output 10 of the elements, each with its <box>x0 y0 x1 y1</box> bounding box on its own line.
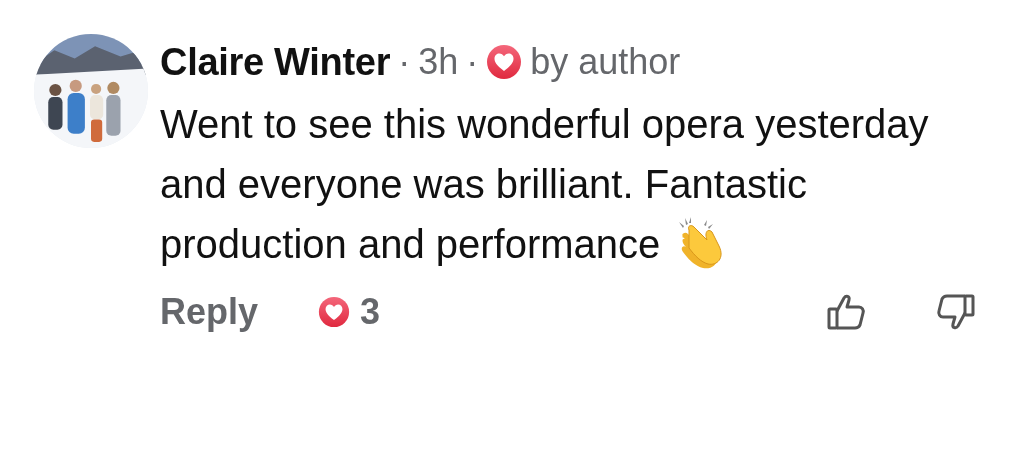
reaction-count: 3 <box>360 291 381 333</box>
separator-dot: · <box>466 41 479 83</box>
reply-button[interactable]: Reply <box>160 291 259 333</box>
thumbs-up-icon[interactable] <box>826 292 866 332</box>
author-name[interactable]: Claire Winter <box>160 40 391 84</box>
separator-dot: · <box>398 41 411 83</box>
author-reaction-label: by author <box>530 41 681 83</box>
thumbs-down-icon[interactable] <box>936 292 976 332</box>
timestamp: 3h <box>418 41 459 83</box>
comment-text: Went to see this wonderful opera yesterday and everyone was brilliant. Fantastic production and performance <box>160 94 980 274</box>
